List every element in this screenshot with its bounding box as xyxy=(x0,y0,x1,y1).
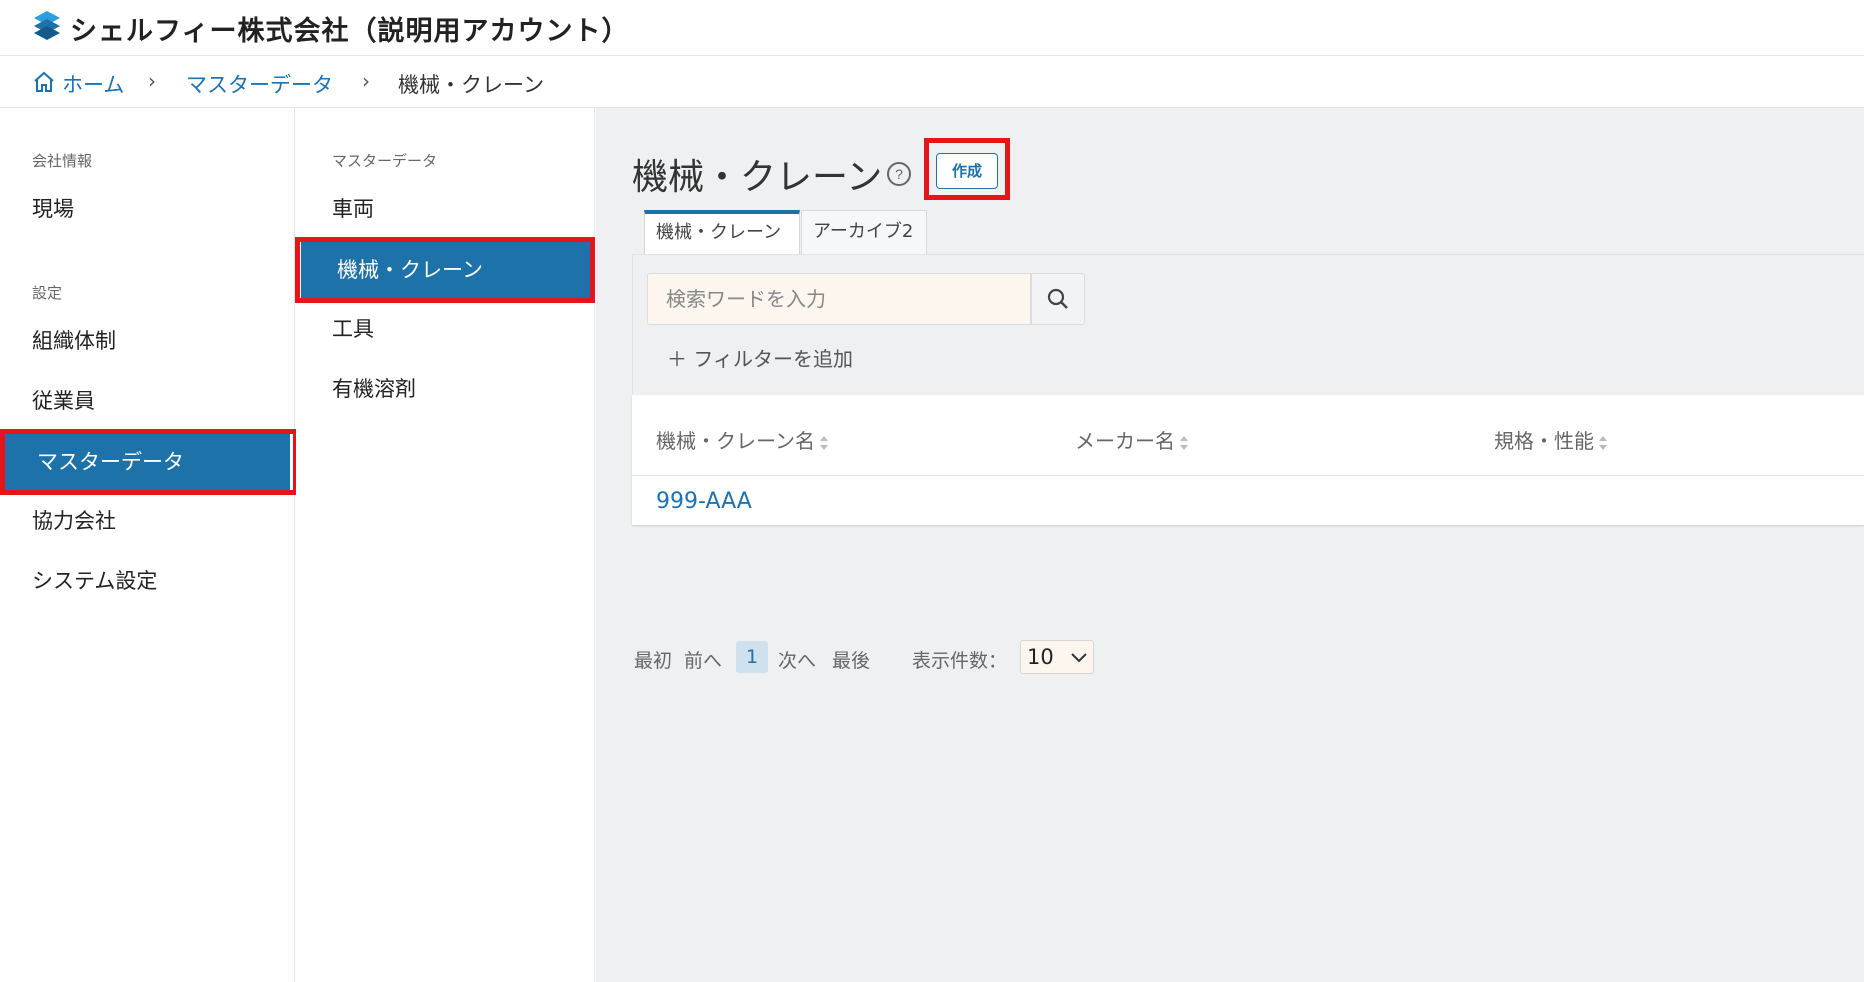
section-label-settings: 設定 xyxy=(32,284,63,302)
sidebar-item-machines-cranes[interactable]: 機械・クレーン xyxy=(301,242,590,298)
per-page-label: 表示件数： xyxy=(912,650,1008,672)
chevron-down-icon xyxy=(1071,653,1087,663)
column-header-name[interactable]: 機械・クレーン名 xyxy=(656,425,829,454)
sidebar-secondary: マスターデータ 車両 機械・クレーン 工具 有機溶剤 xyxy=(295,108,595,982)
per-page-select[interactable]: 10 xyxy=(1020,640,1094,674)
chevron-right-icon: › xyxy=(148,69,156,93)
breadcrumb-home[interactable]: ホーム xyxy=(62,69,124,99)
sidebar-item-organization[interactable]: 組織体制 xyxy=(0,313,294,369)
search-icon xyxy=(1047,288,1068,309)
sort-icon xyxy=(820,435,828,450)
pager-first[interactable]: 最初 xyxy=(634,646,672,673)
sidebar-item-system-settings[interactable]: システム設定 xyxy=(0,553,294,609)
breadcrumb: ホーム › マスターデータ › 機械・クレーン xyxy=(0,57,1864,108)
data-table: 機械・クレーン名 メーカー名 規格・性能 999-AAA xyxy=(632,395,1864,525)
sidebar-item-employees[interactable]: 従業員 xyxy=(0,373,294,429)
column-header-spec[interactable]: 規格・性能 xyxy=(1494,425,1608,454)
section-label-master-data: マスターデータ xyxy=(332,152,438,170)
sidebar-item-site[interactable]: 現場 xyxy=(0,181,294,237)
sidebar-primary: 会社情報 現場 設定 組織体制 従業員 マスターデータ 協力会社 システム設定 xyxy=(0,108,298,982)
filter-area: 検索ワードを入力 ＋ フィルターを追加 xyxy=(632,254,1864,394)
breadcrumb-current: 機械・クレーン xyxy=(398,73,544,97)
company-name: シェルフィー株式会社（説明用アカウント） xyxy=(70,16,630,47)
svg-text:?: ? xyxy=(895,166,903,182)
pager-prev[interactable]: 前へ xyxy=(684,646,722,673)
create-button[interactable]: 作成 xyxy=(936,153,998,189)
sidebar-item-tools[interactable]: 工具 xyxy=(296,301,594,357)
add-filter-button[interactable]: ＋ フィルターを追加 xyxy=(667,343,853,372)
sort-icon xyxy=(1599,435,1607,450)
pager-current-page[interactable]: 1 xyxy=(736,641,768,673)
breadcrumb-master-data[interactable]: マスターデータ xyxy=(186,69,333,99)
search-input[interactable]: 検索ワードを入力 xyxy=(647,273,1031,325)
table-row-name-link[interactable]: 999-AAA xyxy=(656,489,752,514)
pager-next[interactable]: 次へ xyxy=(778,646,816,673)
chevron-right-icon: › xyxy=(362,69,370,93)
home-icon[interactable] xyxy=(32,70,56,94)
tab-archive[interactable]: アーカイブ2 xyxy=(801,210,927,254)
search-button[interactable] xyxy=(1031,273,1085,325)
tab-machines-cranes[interactable]: 機械・クレーン1 xyxy=(644,210,800,281)
sidebar-item-vehicles[interactable]: 車両 xyxy=(296,181,594,237)
sidebar-item-master-data[interactable]: マスターデータ xyxy=(5,434,290,490)
sort-icon xyxy=(1180,435,1188,450)
section-label-company: 会社情報 xyxy=(32,152,93,170)
table-divider xyxy=(632,475,1864,476)
sidebar-item-partners[interactable]: 協力会社 xyxy=(0,493,294,549)
sidebar-item-organic-solvents[interactable]: 有機溶剤 xyxy=(296,361,594,417)
top-header: シェルフィー株式会社（説明用アカウント） xyxy=(0,0,1864,56)
column-header-maker[interactable]: メーカー名 xyxy=(1075,425,1189,454)
help-icon[interactable]: ? xyxy=(886,161,912,187)
list-panel: 検索ワードを入力 ＋ フィルターを追加 機械・クレーン名 メーカー名 規格・性能… xyxy=(632,254,1864,674)
pager-last[interactable]: 最後 xyxy=(832,646,870,673)
main-content: 機械・クレーン ? 作成 機械・クレーン1 アーカイブ2 検索ワードを入力 ＋ … xyxy=(596,108,1864,982)
brand-logo-icon xyxy=(34,11,60,40)
page-title: 機械・クレーン xyxy=(632,157,883,198)
